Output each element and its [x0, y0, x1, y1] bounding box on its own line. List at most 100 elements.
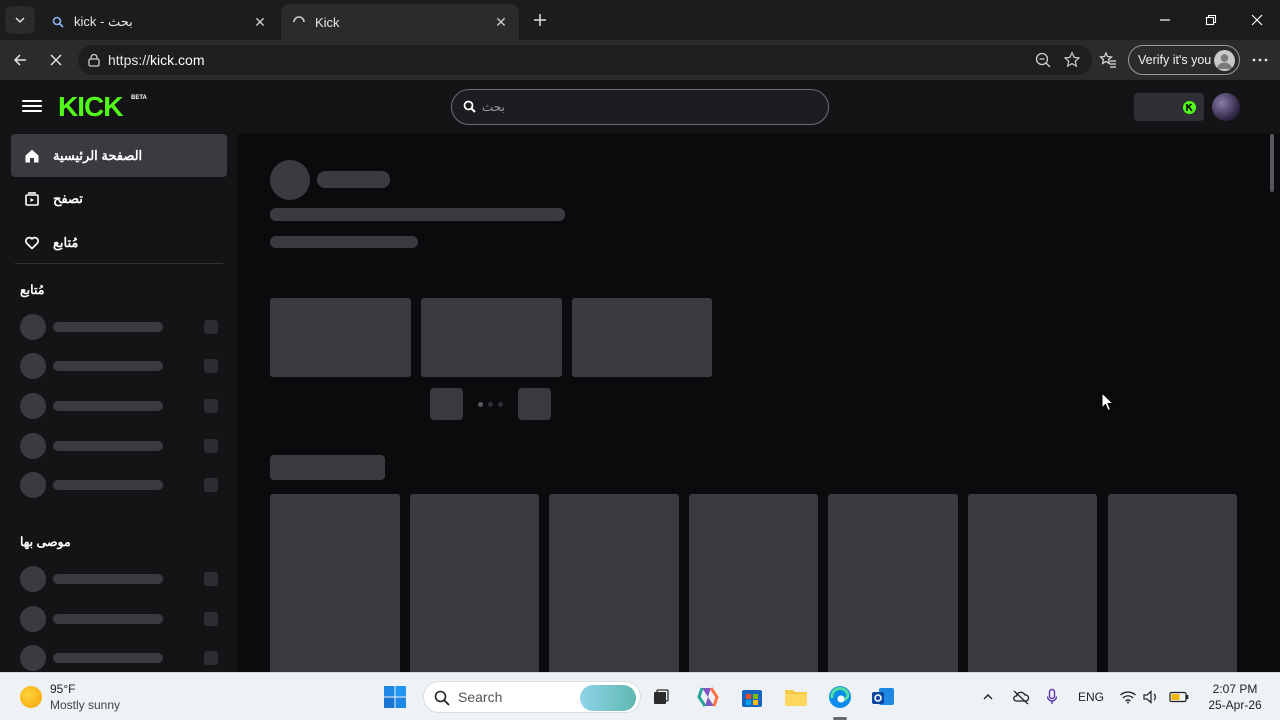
- carousel-card-skeleton: [270, 298, 411, 377]
- restore-button[interactable]: [1188, 0, 1234, 40]
- kick-coin-icon: [1183, 101, 1196, 114]
- category-card-skeleton: [828, 494, 958, 672]
- tab-title: kick - بحث: [74, 14, 133, 29]
- category-card-skeleton: [1108, 494, 1237, 672]
- tab-search-kick[interactable]: kick - بحث ✕: [40, 4, 278, 40]
- user-avatar[interactable]: [1212, 93, 1240, 121]
- new-tab-button[interactable]: [527, 7, 553, 33]
- chevron-down-icon: [15, 17, 25, 24]
- sun-icon: [20, 686, 42, 708]
- more-options-icon[interactable]: [1250, 51, 1270, 74]
- menu-icon[interactable]: [22, 97, 42, 117]
- copilot-button[interactable]: [694, 683, 722, 711]
- file-explorer-button[interactable]: [782, 683, 810, 711]
- weather-temperature: 95°F: [50, 682, 76, 696]
- channel-skeleton-row: [20, 314, 220, 340]
- carousel-dot: [488, 402, 493, 407]
- weather-condition: Mostly sunny: [50, 698, 121, 712]
- close-tab-icon[interactable]: ✕: [252, 14, 268, 30]
- edge-browser-button[interactable]: [826, 683, 854, 711]
- tab-kick[interactable]: Kick ✕: [281, 4, 519, 40]
- show-hidden-icons-button[interactable]: [978, 687, 998, 707]
- featured-avatar-skeleton: [270, 160, 310, 200]
- close-icon: [50, 54, 62, 66]
- volume-icon[interactable]: [1141, 687, 1161, 707]
- channel-skeleton-row: [20, 353, 220, 379]
- onedrive-offline-icon[interactable]: [1011, 687, 1031, 707]
- url-text: https://kick.com: [108, 52, 205, 68]
- page-scrollbar[interactable]: [1270, 134, 1274, 192]
- system-clock[interactable]: 2:07 PM 25-Apr-26: [1200, 681, 1270, 713]
- battery-icon[interactable]: [1168, 687, 1190, 707]
- category-card-skeleton: [549, 494, 679, 672]
- category-card-skeleton: [270, 494, 400, 672]
- site-search-input[interactable]: بحث: [451, 89, 829, 125]
- stop-loading-button[interactable]: [44, 48, 68, 72]
- svg-text:BETA: BETA: [131, 95, 148, 101]
- page-content: KICK BETA بحث الصفحة الرئيسية تصفح مُتاب…: [0, 80, 1280, 672]
- clock-date: 25-Apr-26: [1208, 698, 1262, 712]
- channel-skeleton-row: [20, 472, 220, 498]
- channel-skeleton-row: [20, 566, 220, 592]
- close-window-button[interactable]: [1234, 0, 1280, 40]
- outlook-button[interactable]: [869, 683, 897, 711]
- search-icon: [434, 690, 450, 709]
- sidebar: الصفحة الرئيسية تصفح مُتابع مُتابع موصى …: [0, 134, 238, 672]
- windows-taskbar: 95°F Mostly sunny Search ENG 2:07 PM 25-…: [0, 672, 1280, 720]
- wifi-icon[interactable]: [1118, 687, 1138, 707]
- category-card-skeleton: [689, 494, 818, 672]
- channel-skeleton-row: [20, 393, 220, 419]
- carousel-dot: [498, 402, 503, 407]
- verify-label: Verify it's you: [1138, 53, 1212, 67]
- channel-skeleton-row: [20, 645, 220, 671]
- channel-skeleton-row: [20, 606, 220, 632]
- channel-skeleton-row: [20, 433, 220, 459]
- copilot-icon: [697, 687, 719, 707]
- search-highlight-image: [580, 685, 636, 711]
- category-card-skeleton: [968, 494, 1097, 672]
- search-icon: [463, 100, 476, 118]
- close-icon: [1251, 14, 1263, 26]
- address-bar[interactable]: https://kick.com: [78, 45, 1092, 75]
- sidebar-item-home[interactable]: الصفحة الرئيسية: [11, 134, 227, 177]
- home-icon: [23, 147, 41, 165]
- folder-icon: [785, 690, 807, 706]
- minimize-icon: [1160, 19, 1170, 21]
- carousel-card-skeleton: [421, 298, 562, 377]
- sidebar-item-label: مُتابع: [53, 234, 79, 250]
- favorites-icon[interactable]: [1099, 51, 1117, 74]
- sidebar-item-browse[interactable]: تصفح: [11, 177, 227, 220]
- microphone-icon[interactable]: [1042, 687, 1062, 707]
- sidebar-item-label: الصفحة الرئيسية: [53, 147, 143, 163]
- tab-actions-button[interactable]: [5, 6, 35, 34]
- sidebar-item-following[interactable]: مُتابع: [11, 221, 227, 264]
- tab-title: Kick: [315, 14, 340, 30]
- following-section-title: مُتابع: [20, 283, 45, 297]
- featured-title-skeleton: [270, 208, 565, 221]
- search-placeholder: بحث: [482, 100, 505, 114]
- back-button[interactable]: [8, 48, 32, 72]
- close-tab-icon[interactable]: ✕: [493, 14, 509, 30]
- tab-strip: kick - بحث ✕ Kick ✕: [0, 0, 1280, 40]
- recommended-section-title: موصى بها: [20, 535, 71, 549]
- taskbar-search-placeholder: Search: [458, 689, 503, 705]
- mouse-cursor-icon: [1101, 391, 1115, 417]
- task-view-icon: [654, 689, 669, 704]
- taskbar-search-input[interactable]: Search: [423, 681, 641, 713]
- svg-text:KICK: KICK: [58, 91, 123, 119]
- minimize-button[interactable]: [1142, 0, 1188, 40]
- task-view-button[interactable]: [647, 683, 675, 711]
- site-info-icon[interactable]: [87, 53, 101, 72]
- kick-logo[interactable]: KICK BETA: [58, 91, 150, 124]
- sidebar-item-label: تصفح: [53, 190, 83, 206]
- weather-widget[interactable]: 95°F Mostly sunny: [20, 681, 120, 713]
- start-button[interactable]: [381, 683, 409, 711]
- verify-profile-button[interactable]: Verify it's you: [1128, 45, 1240, 75]
- language-indicator[interactable]: ENG: [1078, 687, 1104, 707]
- favorite-star-icon[interactable]: [1063, 51, 1081, 74]
- microsoft-store-button[interactable]: [738, 683, 766, 711]
- zoom-icon[interactable]: [1034, 51, 1052, 74]
- carousel-prev-skeleton: [430, 388, 463, 420]
- store-icon: [742, 690, 762, 707]
- site-header: KICK BETA بحث: [0, 80, 1280, 134]
